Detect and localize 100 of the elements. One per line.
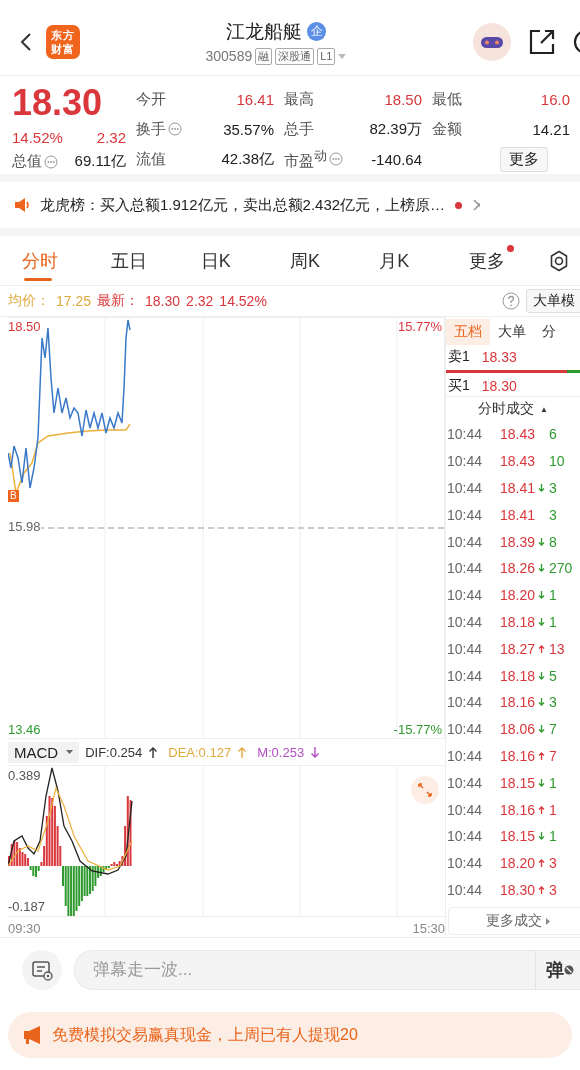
mode-button[interactable]: 大单模 bbox=[526, 289, 580, 313]
stat-value: 35.57% bbox=[223, 120, 274, 138]
trade-time: 10:44 bbox=[447, 587, 484, 604]
help-icon[interactable] bbox=[502, 292, 520, 310]
promo-text: 免费模拟交易赢真现金，上周已有人提现20 bbox=[52, 1024, 358, 1045]
trade-price: 18.20 bbox=[498, 587, 535, 604]
trade-volume: 7 bbox=[548, 747, 557, 764]
trade-price: 18.43 bbox=[498, 426, 535, 443]
chart-tab[interactable]: 周K bbox=[280, 236, 370, 285]
trade-price: 18.27 bbox=[498, 640, 535, 657]
stat-value: 42.38亿 bbox=[221, 149, 274, 169]
trade-volume: 3 bbox=[548, 855, 557, 872]
trade-volume: 6 bbox=[548, 426, 557, 443]
trade-price: 18.43 bbox=[498, 453, 535, 470]
trade-volume: 7 bbox=[548, 721, 557, 738]
trade-price: 18.16 bbox=[498, 801, 535, 818]
chart-tab[interactable]: 五日 bbox=[101, 236, 191, 285]
comment-list-button[interactable] bbox=[22, 950, 62, 990]
more-info-icon[interactable] bbox=[168, 122, 182, 136]
assistant-avatar[interactable] bbox=[472, 21, 512, 62]
trade-time: 10:44 bbox=[447, 801, 484, 818]
dea-value: DEA:0.127 bbox=[168, 744, 232, 760]
stat-label: 换手 bbox=[136, 119, 166, 139]
axis-label: -15.77% bbox=[393, 722, 442, 737]
change-percent: 14.52% bbox=[219, 293, 267, 309]
trade-time: 10:44 bbox=[447, 480, 484, 496]
comment-field[interactable]: 弹幕走一波... 弹 bbox=[74, 950, 580, 990]
axis-label: 13.46 bbox=[8, 722, 41, 737]
trade-time: 10:44 bbox=[447, 721, 484, 738]
average-price: 17.25 bbox=[56, 293, 92, 309]
last-price: 18.30 bbox=[12, 84, 104, 122]
order-price: 18.33 bbox=[481, 349, 517, 365]
trade-volume: 8 bbox=[548, 533, 557, 550]
trades-title: 分时成交 bbox=[478, 400, 535, 418]
more-info-icon[interactable] bbox=[329, 152, 343, 166]
share-icon[interactable] bbox=[528, 27, 556, 56]
axis-label: 15.77% bbox=[397, 319, 442, 334]
axis-label: 18.50 bbox=[8, 319, 41, 334]
chart-tab[interactable]: 日K bbox=[190, 236, 280, 285]
stat-label: 金额 bbox=[432, 119, 462, 139]
trade-price: 18.16 bbox=[498, 694, 535, 711]
trade-volume: 1 bbox=[548, 613, 557, 630]
axis-label: 0.389 bbox=[8, 768, 41, 783]
stat-label: 最高 bbox=[284, 89, 314, 109]
latest-label: 最新： bbox=[97, 292, 140, 310]
expand-icon[interactable] bbox=[411, 776, 439, 804]
trade-time: 10:44 bbox=[447, 828, 484, 845]
stat-label: 总值 bbox=[12, 152, 42, 171]
trade-volume: 1 bbox=[548, 828, 557, 845]
trade-price: 18.39 bbox=[498, 533, 535, 550]
stat-label: 总手 bbox=[284, 119, 314, 139]
more-button[interactable]: 更多 bbox=[500, 146, 548, 172]
trade-time: 10:44 bbox=[447, 694, 484, 711]
more-info-icon[interactable] bbox=[44, 154, 58, 169]
buy-marker: B bbox=[8, 490, 19, 502]
danmaku-toggle[interactable]: 弹 bbox=[535, 951, 580, 989]
trade-volume: 10 bbox=[548, 453, 565, 470]
panel-tab[interactable]: 大单 bbox=[490, 319, 534, 345]
dif-value: DIF:0.254 bbox=[85, 744, 143, 760]
sort-arrow[interactable]: ▲ bbox=[540, 404, 548, 414]
trade-time: 10:44 bbox=[447, 426, 484, 443]
order-label: 买1 bbox=[448, 377, 470, 395]
stat-value: 18.50 bbox=[384, 90, 422, 108]
chart-tab[interactable]: 更多 bbox=[458, 236, 548, 285]
trade-price: 18.20 bbox=[498, 855, 535, 872]
trade-volume: 3 bbox=[548, 694, 557, 711]
trade-time: 10:44 bbox=[447, 855, 484, 872]
stock-code: 300589 bbox=[205, 48, 253, 64]
trade-time: 10:44 bbox=[447, 453, 484, 470]
ticker-text[interactable]: 龙虎榜：买入总额1.912亿元，卖出总额2.432亿元，上榜原… bbox=[40, 195, 446, 215]
stat-value: 16.0 bbox=[540, 90, 570, 108]
panel-tab[interactable]: 分 bbox=[534, 319, 564, 345]
stat-value: 69.11亿 bbox=[74, 152, 126, 171]
chart-tab[interactable]: 月K bbox=[369, 236, 459, 285]
trade-time: 10:44 bbox=[447, 613, 484, 630]
change-amount: 2.32 bbox=[96, 128, 126, 146]
enterprise-badge: 企 bbox=[307, 22, 326, 41]
trade-volume: 3 bbox=[548, 506, 557, 523]
change-percent: 14.52% bbox=[12, 128, 63, 146]
trade-time: 10:44 bbox=[447, 747, 484, 764]
indicator-selector[interactable]: MACD bbox=[8, 741, 80, 763]
dropdown-icon bbox=[66, 750, 74, 754]
more-trades-button[interactable]: 更多成交 bbox=[448, 907, 580, 936]
trade-time: 10:44 bbox=[447, 506, 484, 523]
back-icon[interactable] bbox=[19, 31, 33, 52]
stat-label: 今开 bbox=[136, 89, 166, 109]
caret-icon bbox=[546, 918, 550, 926]
trade-volume: 1 bbox=[548, 587, 557, 604]
trade-volume: 13 bbox=[548, 640, 565, 657]
trade-time: 10:44 bbox=[447, 560, 484, 577]
order-price: 18.30 bbox=[481, 378, 517, 394]
speaker-icon bbox=[14, 197, 30, 213]
macd-value: M:0.253 bbox=[257, 744, 305, 760]
dropdown-icon[interactable] bbox=[338, 53, 347, 59]
order-label: 卖1 bbox=[448, 348, 470, 366]
trade-price: 18.06 bbox=[498, 721, 535, 738]
trade-price: 18.30 bbox=[498, 881, 535, 898]
close-icon[interactable] bbox=[472, 198, 481, 212]
trade-time: 10:44 bbox=[447, 774, 484, 791]
time-label: 15:30 bbox=[412, 921, 445, 936]
